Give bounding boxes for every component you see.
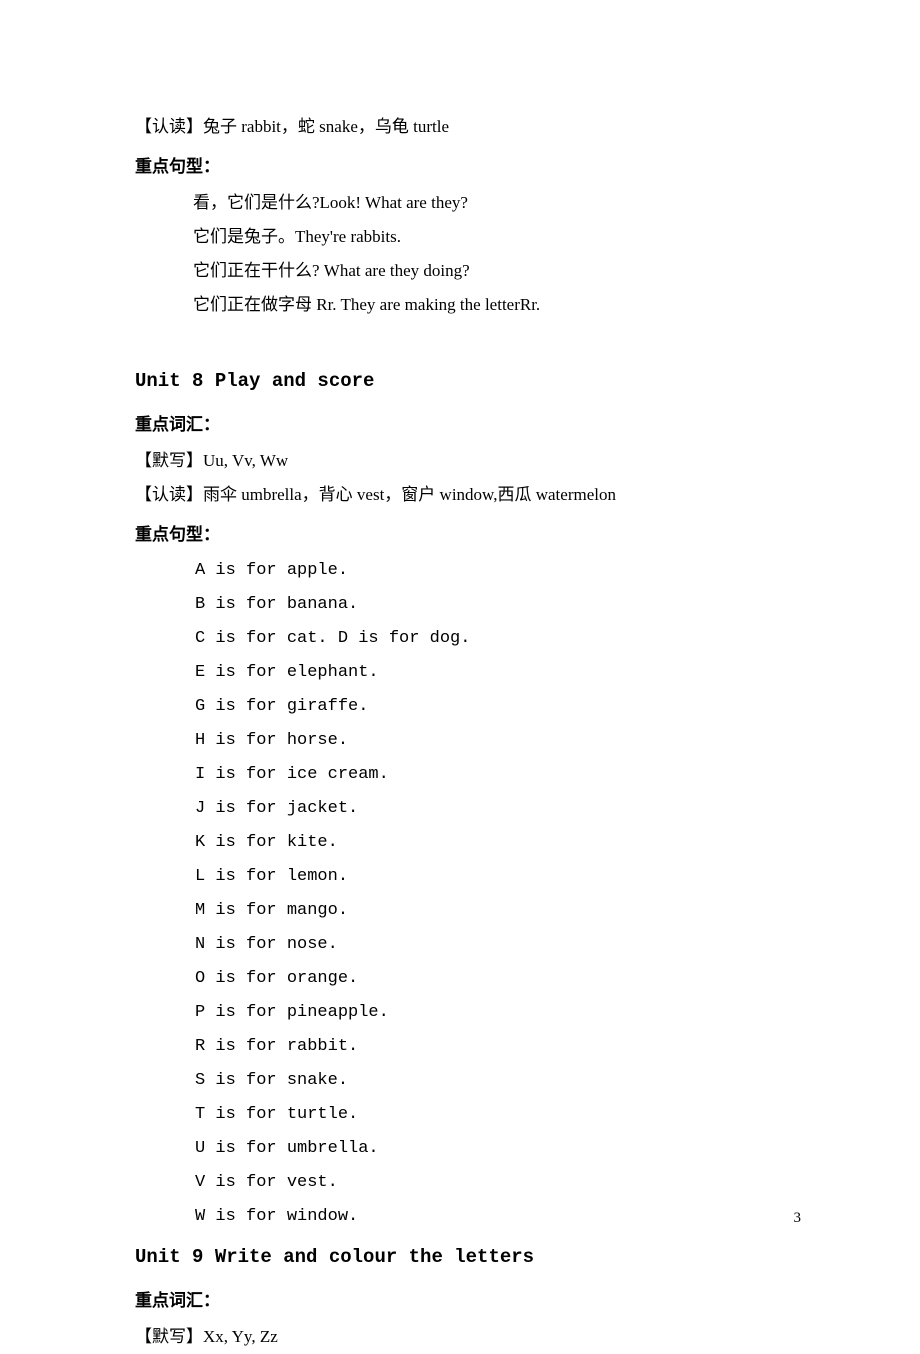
unit-8-heading: Unit 8 Play and score xyxy=(135,362,805,400)
unit-9-heading: Unit 9 Write and colour the letters xyxy=(135,1238,805,1276)
abc-line: W is for window. xyxy=(135,1200,805,1234)
abc-line: A is for apple. xyxy=(135,554,805,588)
abc-line: N is for nose. xyxy=(135,928,805,962)
abc-line: K is for kite. xyxy=(135,826,805,860)
abc-line: I is for ice cream. xyxy=(135,758,805,792)
sentence-line: 它们是兔子。They're rabbits. xyxy=(135,220,805,254)
section-label-sentence-pattern-u8: 重点句型： xyxy=(135,518,805,552)
abc-line: E is for elephant. xyxy=(135,656,805,690)
page-number: 3 xyxy=(794,1203,802,1233)
text-line-rendu-animals: 【认读】兔子 rabbit，蛇 snake，乌龟 turtle xyxy=(135,110,805,144)
abc-line: B is for banana. xyxy=(135,588,805,622)
section-label-sentence-pattern-1: 重点句型： xyxy=(135,150,805,184)
abc-line: P is for pineapple. xyxy=(135,996,805,1030)
text-line-moxie-u8: 【默写】Uu, Vv, Ww xyxy=(135,444,805,478)
abc-line: T is for turtle. xyxy=(135,1098,805,1132)
section-label-vocab-u8: 重点词汇： xyxy=(135,408,805,442)
abc-line: C is for cat. D is for dog. xyxy=(135,622,805,656)
sentence-line: 看，它们是什么?Look! What are they? xyxy=(135,186,805,220)
text-line-moxie-u9: 【默写】Xx, Yy, Zz xyxy=(135,1320,805,1354)
abc-line: O is for orange. xyxy=(135,962,805,996)
text-line-rendu-u8: 【认读】雨伞 umbrella，背心 vest，窗户 window,西瓜 wat… xyxy=(135,478,805,512)
abc-line: L is for lemon. xyxy=(135,860,805,894)
abc-line: J is for jacket. xyxy=(135,792,805,826)
abc-line: U is for umbrella. xyxy=(135,1132,805,1166)
abc-line: V is for vest. xyxy=(135,1166,805,1200)
abc-line: S is for snake. xyxy=(135,1064,805,1098)
abc-line: G is for giraffe. xyxy=(135,690,805,724)
abc-line: R is for rabbit. xyxy=(135,1030,805,1064)
abc-line: M is for mango. xyxy=(135,894,805,928)
sentence-line: 它们正在做字母 Rr. They are making the letterRr… xyxy=(135,288,805,322)
section-label-vocab-u9: 重点词汇： xyxy=(135,1284,805,1318)
sentence-line: 它们正在干什么? What are they doing? xyxy=(135,254,805,288)
abc-line: H is for horse. xyxy=(135,724,805,758)
